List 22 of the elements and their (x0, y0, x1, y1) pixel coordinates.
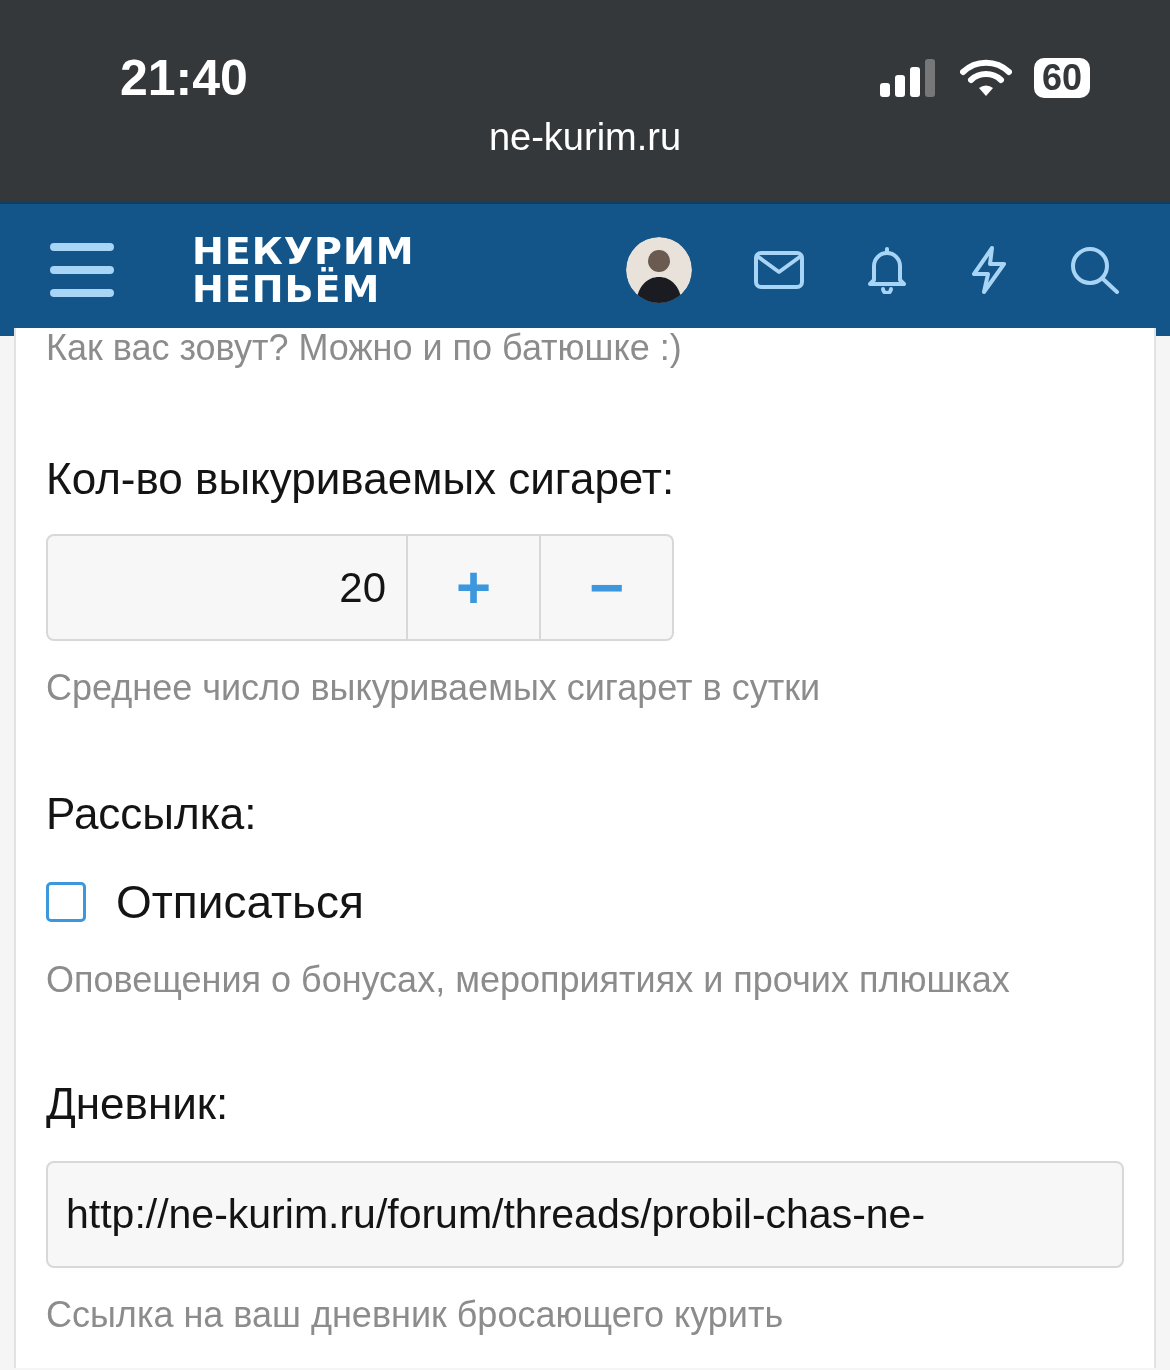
clock-time: 21:40 (120, 49, 249, 107)
field-hint: Оповещения о бонусах, мероприятиях и прочих плюшках (46, 959, 1011, 1001)
checkbox[interactable] (46, 882, 86, 922)
field-hint: Ссылка на ваш дневник бросающего курить (46, 1294, 785, 1336)
search-icon[interactable] (1070, 246, 1120, 294)
mail-icon[interactable] (754, 251, 804, 289)
field-label: Рассылка: (46, 789, 258, 839)
site-url: ne-kurim.ru (487, 116, 683, 159)
bell-icon[interactable] (866, 246, 908, 294)
wifi-icon (959, 58, 1012, 98)
battery-indicator: 60 (1033, 58, 1090, 98)
field-label: Дневник: (46, 1079, 230, 1129)
url-field[interactable]: http://ne-kurim.ru/forum/threads/probil-chas-ne- (46, 1161, 1124, 1268)
field-hint: Среднее число выкуриваемых сигарет в сутки (46, 667, 822, 709)
menu-icon[interactable] (50, 243, 114, 297)
signal-icon (879, 59, 938, 97)
number-field[interactable]: 20 (46, 534, 408, 641)
name-hint: Как вас зовут? Можно и по батюшке :) (46, 328, 683, 368)
field-label: Кол-во выкуриваемых сигарет: (46, 454, 676, 504)
avatar[interactable] (626, 237, 692, 303)
checkbox-label[interactable]: Отписаться (116, 875, 364, 929)
lightning-icon[interactable] (970, 246, 1008, 294)
